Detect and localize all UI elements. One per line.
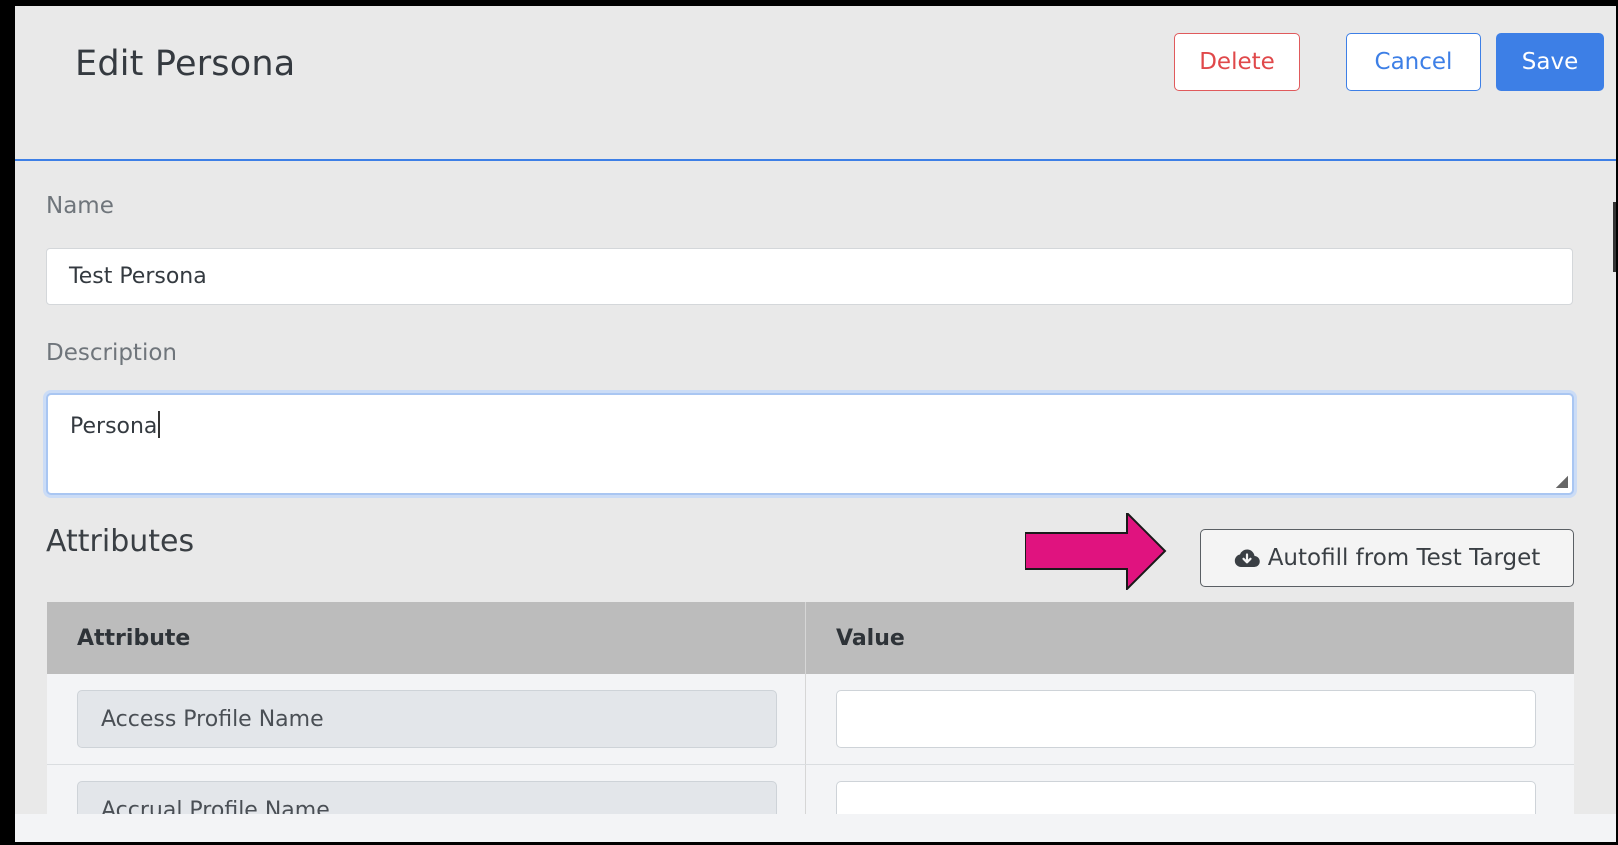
scrollbar-thumb[interactable] — [1613, 202, 1616, 272]
attributes-heading: Attributes — [46, 524, 195, 559]
delete-button[interactable]: Delete — [1174, 33, 1300, 91]
value-cell — [806, 674, 1574, 764]
page-header: Edit Persona Delete Cancel Save — [15, 6, 1616, 161]
text-caret — [158, 411, 161, 438]
page-title: Edit Persona — [75, 44, 296, 84]
attribute-cell: Access Profile Name — [47, 674, 806, 764]
cancel-button[interactable]: Cancel — [1346, 33, 1481, 91]
autofill-button[interactable]: Autofill from Test Target — [1200, 529, 1574, 587]
name-field[interactable]: Test Persona — [46, 248, 1573, 305]
name-field-value: Test Persona — [69, 264, 207, 289]
column-header-value: Value — [836, 625, 905, 651]
name-label: Name — [46, 193, 114, 219]
app-frame: Edit Persona Delete Cancel Save Name Tes… — [0, 0, 1618, 845]
attributes-table: Attribute Value Access Profile Name Accr… — [47, 602, 1574, 842]
autofill-button-label: Autofill from Test Target — [1267, 545, 1541, 571]
attribute-name-field: Access Profile Name — [77, 690, 777, 748]
attribute-value-input[interactable] — [836, 690, 1536, 748]
description-field[interactable]: Persona ◢ — [46, 393, 1574, 495]
annotation-arrow-icon — [1025, 513, 1167, 590]
scroll-fade — [15, 814, 1616, 842]
arrow-shape — [1025, 513, 1167, 590]
table-header: Attribute Value — [47, 602, 1574, 674]
cloud-download-icon — [1234, 549, 1260, 568]
description-label: Description — [46, 340, 177, 366]
table-row: Access Profile Name — [47, 674, 1574, 765]
save-button[interactable]: Save — [1496, 33, 1604, 91]
resize-handle-icon[interactable]: ◢ — [1556, 473, 1568, 489]
column-header-attribute: Attribute — [47, 602, 806, 674]
description-field-value: Persona — [70, 414, 158, 439]
